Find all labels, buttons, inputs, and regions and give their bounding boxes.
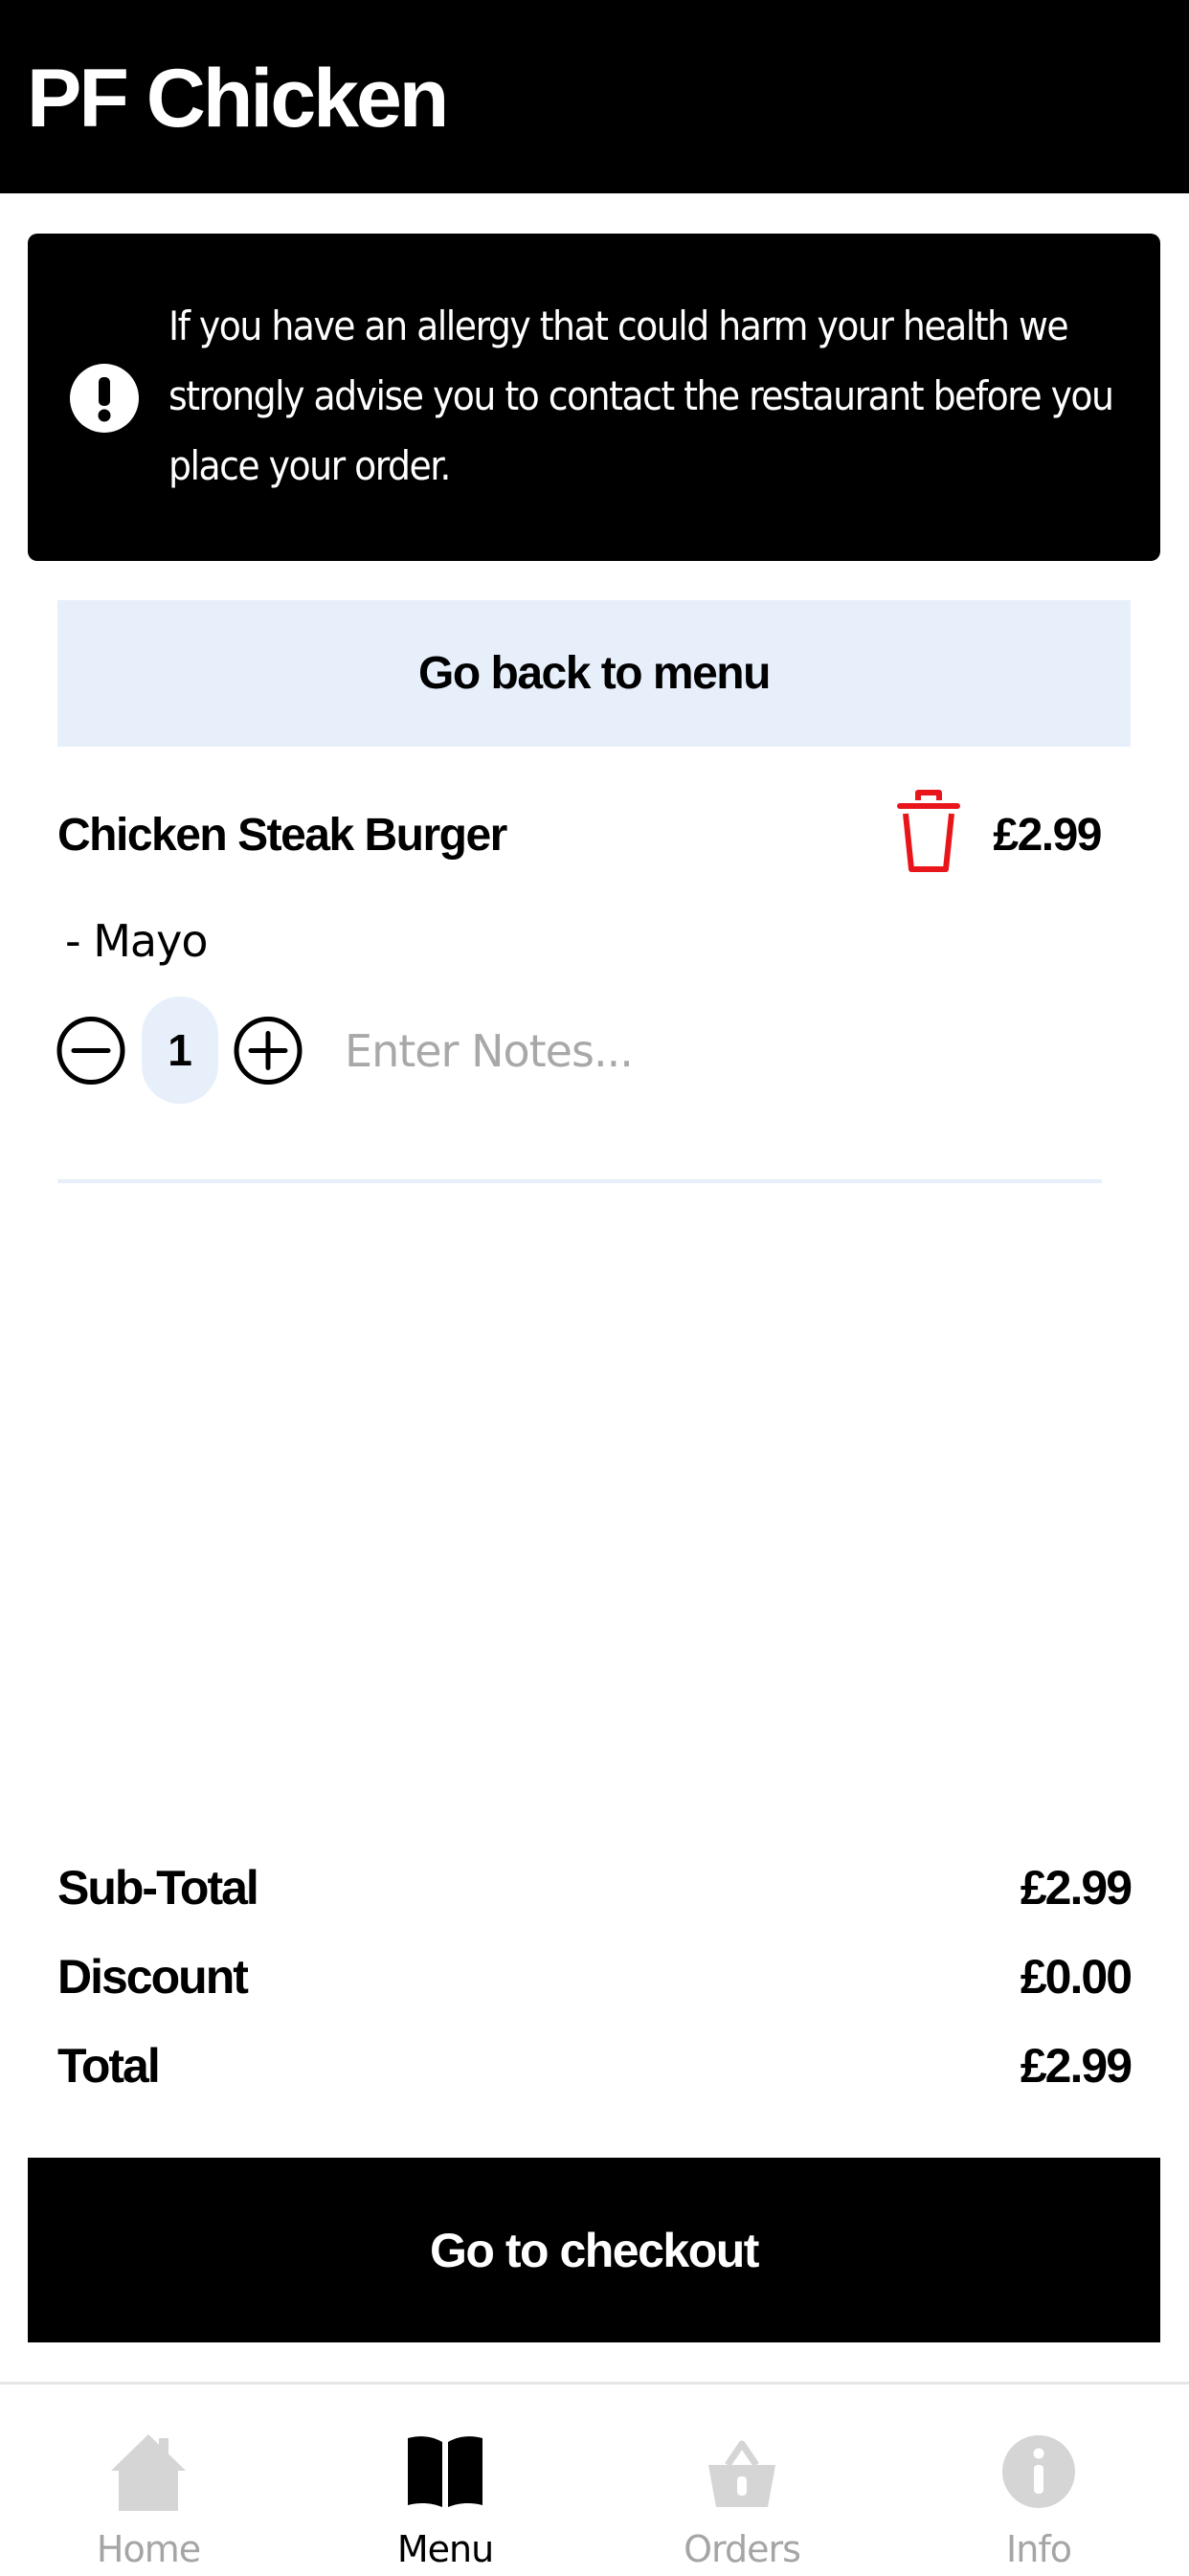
decrease-quantity-button[interactable]: [56, 1005, 125, 1096]
go-to-checkout-button[interactable]: Go to checkout: [28, 2158, 1160, 2342]
tab-menu[interactable]: Menu: [297, 2385, 594, 2576]
tab-home[interactable]: Home: [0, 2385, 297, 2576]
restaurant-name: PF Chicken: [27, 53, 449, 145]
exclamation-circle-icon: [70, 364, 139, 433]
basket-icon: [708, 2440, 775, 2507]
allergy-notice: If you have an allergy that could harm y…: [28, 234, 1160, 561]
app-header: PF Chicken: [0, 0, 1189, 193]
total-value: £2.99: [1020, 2039, 1133, 2093]
item-name: Chicken Steak Burger: [57, 810, 507, 861]
allergy-notice-text: If you have an allergy that could harm y…: [168, 302, 1114, 489]
discount-label: Discount: [57, 1950, 249, 2004]
tab-orders-label: Orders: [684, 2528, 801, 2570]
total-row: Total £2.99: [57, 2034, 1133, 2097]
tab-info-label: Info: [1006, 2528, 1072, 2570]
tab-orders[interactable]: Orders: [594, 2385, 890, 2576]
total-label: Total: [57, 2039, 161, 2093]
go-back-to-menu-button[interactable]: Go back to menu: [57, 600, 1131, 747]
subtotal-value: £2.99: [1020, 1861, 1133, 1915]
notes-input[interactable]: [345, 1015, 1110, 1087]
discount-row: Discount £0.00: [57, 1945, 1133, 2008]
bottom-tab-bar: Home Menu Orders Info: [0, 2382, 1189, 2576]
home-icon: [111, 2434, 186, 2511]
subtotal-label: Sub-Total: [57, 1861, 259, 1915]
subtotal-row: Sub-Total £2.99: [57, 1856, 1133, 1919]
discount-value: £0.00: [1020, 1950, 1133, 2004]
increase-quantity-button[interactable]: [234, 1005, 303, 1096]
tab-menu-label: Menu: [396, 2528, 494, 2570]
item-divider: [57, 1179, 1102, 1183]
item-price: £2.99: [993, 810, 1102, 861]
info-icon: [1002, 2435, 1075, 2508]
item-modifier: - Mayo: [65, 915, 208, 967]
trash-icon[interactable]: [895, 787, 962, 877]
book-icon: [408, 2436, 482, 2507]
tab-info[interactable]: Info: [890, 2385, 1187, 2576]
tab-home-label: Home: [96, 2528, 201, 2570]
quantity-value: 1: [142, 997, 218, 1104]
